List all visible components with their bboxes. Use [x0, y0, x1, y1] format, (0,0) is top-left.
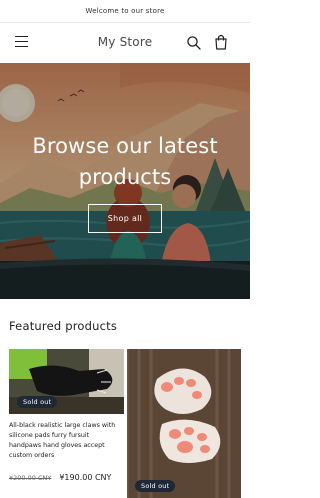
featured-products-title: Featured products [9, 319, 118, 333]
hero-banner: Browse our latest products Shop all [0, 63, 250, 299]
product-image[interactable]: Sold out [9, 349, 124, 414]
announcement-bar: Welcome to our store [0, 0, 250, 23]
product-title[interactable]: All-black realistic large claws with sil… [9, 421, 124, 461]
cart-icon[interactable] [213, 34, 229, 51]
sold-out-badge: Sold out [135, 480, 176, 492]
sold-out-badge: Sold out [17, 396, 58, 408]
product-image[interactable]: Sold out [127, 349, 241, 498]
product-photo-paws [127, 349, 241, 498]
announcement-text: Welcome to our store [85, 7, 165, 15]
product-card[interactable]: Sold out [127, 349, 241, 498]
sale-price: ¥190.00 CNY [59, 473, 112, 482]
product-card[interactable]: Sold out All-black realistic large claws… [9, 349, 124, 482]
search-icon[interactable] [186, 35, 202, 51]
site-header: My Store [0, 23, 250, 63]
regular-price: ¥200.00 CNY [9, 474, 52, 482]
hero-heading: Browse our latest products [32, 134, 218, 189]
price-row: ¥200.00 CNY ¥190.00 CNY [9, 473, 124, 482]
shop-all-button[interactable]: Shop all [88, 204, 162, 233]
